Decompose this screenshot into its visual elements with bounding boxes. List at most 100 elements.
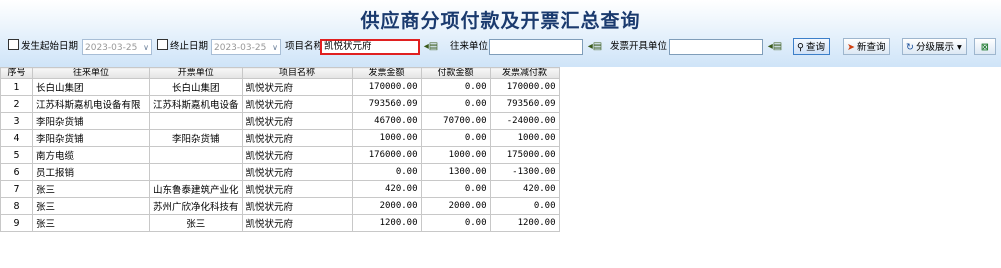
cell-project: 凯悦状元府 <box>241 163 353 181</box>
cell-payment-amount: 0.00 <box>420 180 491 198</box>
start-date-value: 2023-03-25 <box>85 43 138 53</box>
cell-difference: -1300.00 <box>489 163 560 181</box>
column-header-difference[interactable]: 发票减付款 <box>489 67 560 79</box>
cell-project: 凯悦状元府 <box>241 112 353 130</box>
cell-invoice-unit <box>149 112 243 130</box>
table-row[interactable]: 3 李阳杂货铺 凯悦状元府 46700.00 70700.00 -24000.0… <box>0 112 560 130</box>
column-header-project[interactable]: 项目名称 <box>241 67 353 79</box>
column-header-payment-amount[interactable]: 付款金额 <box>420 67 491 79</box>
end-date-filter: 终止日期 <box>157 39 208 55</box>
chevron-down-icon: ∨ <box>272 43 278 52</box>
table-row[interactable]: 5 南方电缆 凯悦状元府 176000.00 1000.00 175000.00 <box>0 146 560 164</box>
invoice-unit-picker-icon[interactable]: ◂▤ <box>767 40 783 53</box>
cell-index: 1 <box>0 78 33 96</box>
table-header-row: 序号 往来单位 开票单位 项目名称 发票金额 付款金额 发票减付款 <box>0 67 560 79</box>
cell-index: 3 <box>0 112 33 130</box>
arrow-icon: ➤ <box>847 42 855 53</box>
cell-partner: 张三 <box>32 197 150 215</box>
column-header-partner[interactable]: 往来单位 <box>32 67 150 79</box>
refresh-icon: ↻ <box>906 42 914 53</box>
cell-difference: 793560.09 <box>489 95 560 113</box>
table-row[interactable]: 1 长白山集团 长白山集团 凯悦状元府 170000.00 0.00 17000… <box>0 78 560 96</box>
cell-partner: 江苏科斯嘉机电设备有限 <box>32 95 150 113</box>
cell-payment-amount: 70700.00 <box>420 112 491 130</box>
cell-invoice-amount: 176000.00 <box>351 146 422 164</box>
table-row[interactable]: 8 张三 苏州广欣净化科技有 凯悦状元府 2000.00 2000.00 0.0… <box>0 197 560 215</box>
project-picker-icon[interactable]: ◂▤ <box>423 40 439 53</box>
cell-project: 凯悦状元府 <box>241 78 353 96</box>
column-header-invoice-amount[interactable]: 发票金额 <box>351 67 422 79</box>
page-title: 供应商分项付款及开票汇总查询 <box>360 10 641 32</box>
partner-label: 往来单位 <box>450 41 489 52</box>
cell-partner: 张三 <box>32 214 150 232</box>
cell-project: 凯悦状元府 <box>241 146 353 164</box>
cell-index: 9 <box>0 214 33 232</box>
chevron-down-icon: ▾ <box>956 42 962 53</box>
search-icon: ⚲ <box>797 42 804 53</box>
cell-invoice-amount: 420.00 <box>351 180 422 198</box>
cell-invoice-unit: 张三 <box>149 214 243 232</box>
cell-index: 7 <box>0 180 33 198</box>
cell-invoice-amount: 46700.00 <box>351 112 422 130</box>
end-date-value: 2023-03-25 <box>214 43 267 53</box>
cell-invoice-amount: 793560.09 <box>351 95 422 113</box>
partner-input[interactable] <box>489 39 583 55</box>
cell-payment-amount: 0.00 <box>420 95 491 113</box>
cell-project: 凯悦状元府 <box>241 95 353 113</box>
excel-icon: ⊠ <box>981 42 989 53</box>
table-row[interactable]: 9 张三 张三 凯悦状元府 1200.00 0.00 1200.00 <box>0 214 560 232</box>
start-date-picker[interactable]: 2023-03-25 ∨ <box>82 39 152 55</box>
cell-index: 4 <box>0 129 33 147</box>
cell-difference: -24000.00 <box>489 112 560 130</box>
end-date-label: 终止日期 <box>170 41 209 52</box>
cell-project: 凯悦状元府 <box>241 129 353 147</box>
cell-invoice-unit: 江苏科斯嘉机电设备 <box>149 95 243 113</box>
cell-invoice-unit <box>149 146 243 164</box>
start-date-checkbox[interactable] <box>8 39 19 50</box>
query-button-label: 查询 <box>805 42 825 53</box>
cell-difference: 170000.00 <box>489 78 560 96</box>
invoice-unit-input[interactable] <box>669 39 763 55</box>
filter-toolbar: 发生起始日期 2023-03-25 ∨ 终止日期 2023-03-25 ∨ 项目… <box>0 36 1001 58</box>
cell-project: 凯悦状元府 <box>241 214 353 232</box>
partner-picker-icon[interactable]: ◂▤ <box>587 40 603 53</box>
table-row[interactable]: 6 员工报销 凯悦状元府 0.00 1300.00 -1300.00 <box>0 163 560 181</box>
cell-difference: 175000.00 <box>489 146 560 164</box>
cell-index: 2 <box>0 95 33 113</box>
end-date-checkbox[interactable] <box>157 39 168 50</box>
cell-partner: 李阳杂货铺 <box>32 129 150 147</box>
cell-partner: 南方电缆 <box>32 146 150 164</box>
cell-index: 8 <box>0 197 33 215</box>
project-label: 项目名称 <box>285 41 324 52</box>
cell-difference: 420.00 <box>489 180 560 198</box>
cell-difference: 0.00 <box>489 197 560 215</box>
column-header-invoice-unit[interactable]: 开票单位 <box>149 67 243 79</box>
excel-export-button[interactable]: ⊠ <box>974 38 996 55</box>
new-query-button[interactable]: ➤ 新查询 <box>843 38 891 55</box>
cell-partner: 张三 <box>32 180 150 198</box>
cell-partner: 李阳杂货铺 <box>32 112 150 130</box>
cell-payment-amount: 0.00 <box>420 214 491 232</box>
cell-difference: 1200.00 <box>489 214 560 232</box>
group-display-button[interactable]: ↻ 分级展示 ▾ <box>902 38 967 55</box>
invoice-unit-label: 发票开具单位 <box>610 41 668 52</box>
project-input[interactable]: 凯悦状元府 <box>320 39 420 55</box>
table-row[interactable]: 7 张三 山东鲁泰建筑产业化 凯悦状元府 420.00 0.00 420.00 <box>0 180 560 198</box>
cell-invoice-unit: 长白山集团 <box>149 78 243 96</box>
cell-payment-amount: 1000.00 <box>420 146 491 164</box>
new-query-button-label: 新查询 <box>856 42 886 53</box>
cell-difference: 1000.00 <box>489 129 560 147</box>
cell-invoice-amount: 2000.00 <box>351 197 422 215</box>
cell-payment-amount: 1300.00 <box>420 163 491 181</box>
end-date-picker[interactable]: 2023-03-25 ∨ <box>211 39 281 55</box>
cell-partner: 员工报销 <box>32 163 150 181</box>
cell-payment-amount: 0.00 <box>420 78 491 96</box>
column-header-index[interactable]: 序号 <box>0 67 33 79</box>
table-row[interactable]: 4 李阳杂货铺 李阳杂货铺 凯悦状元府 1000.00 0.00 1000.00 <box>0 129 560 147</box>
results-table: 序号 往来单位 开票单位 项目名称 发票金额 付款金额 发票减付款 1 长白山集… <box>0 67 560 232</box>
cell-project: 凯悦状元府 <box>241 197 353 215</box>
table-row[interactable]: 2 江苏科斯嘉机电设备有限 江苏科斯嘉机电设备 凯悦状元府 793560.09 … <box>0 95 560 113</box>
cell-invoice-amount: 170000.00 <box>351 78 422 96</box>
query-button[interactable]: ⚲ 查询 <box>793 38 830 55</box>
cell-invoice-amount: 1200.00 <box>351 214 422 232</box>
